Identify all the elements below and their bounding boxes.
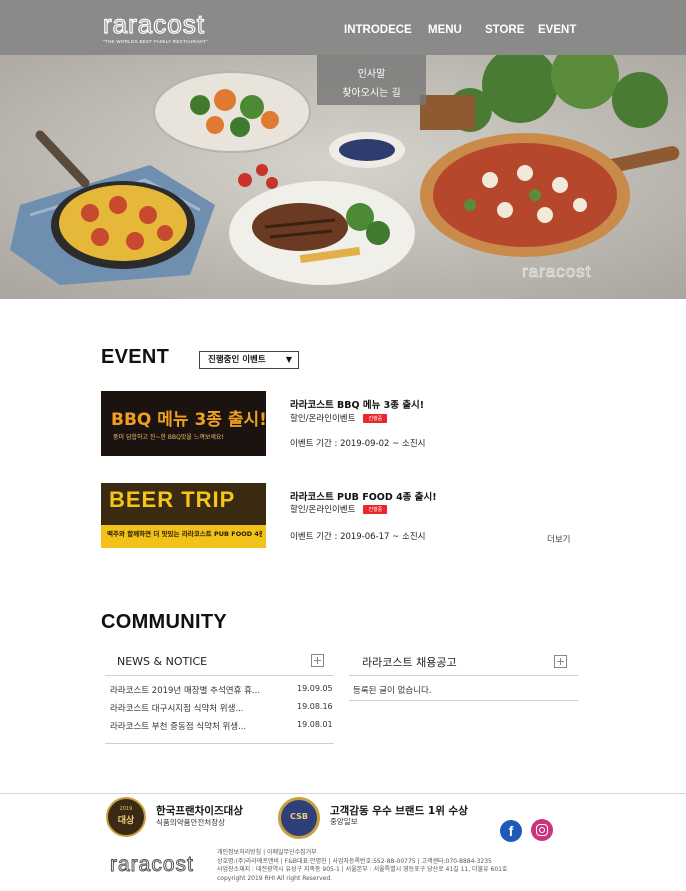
status-badge: 진행중 (363, 414, 388, 423)
news-board-heading[interactable]: NEWS & NOTICE (117, 655, 207, 668)
recruit-footer-divider (349, 700, 578, 701)
event-period: 이벤트 기간 : 2019-09-02 ~ 소진시 (290, 439, 426, 449)
thumbnail-headline: BBQ 메뉴 3종 출시! (111, 410, 266, 430)
event-category-label: 할인/온라인이벤트 (290, 505, 356, 515)
event-title[interactable]: 라라코스트 PUB FOOD 4종 출시! (290, 489, 437, 503)
award-subtitle: 식품의약품안전처장상 (156, 818, 225, 827)
nav-menu[interactable]: MENU (428, 24, 462, 36)
footer-address: 사업장소재지 : 대전광역시 유성구 지족동 905-1 | 서울본부 : 서울… (217, 866, 508, 873)
footer-logo: raracost (110, 853, 194, 877)
facebook-icon[interactable]: f (500, 820, 522, 842)
recruit-board-heading[interactable]: 라라코스트 채용공고 (362, 654, 457, 670)
nav-introduce[interactable]: INTRODECE (344, 24, 412, 36)
news-item-title[interactable]: 라라코스트 2019년 매장별 추석연휴 휴... (110, 684, 260, 696)
news-item-date: 19.09.05 (297, 684, 333, 693)
award-subtitle: 중앙일보 (330, 817, 358, 826)
award-title: 한국프랜차이즈대상 (156, 805, 243, 817)
event-thumbnail[interactable]: BBQ 메뉴 3종 출시! 풍미 담합하고 진~한 BBQ맛을 느껴보세요! (101, 391, 266, 456)
news-item-date: 19.08.01 (297, 720, 333, 729)
footer-divider (0, 793, 686, 794)
submenu-directions[interactable]: 찾아오시는 길 (317, 84, 426, 99)
event-title[interactable]: 라라코스트 BBQ 메뉴 3종 출시! (290, 397, 424, 411)
event-category-label: 할인/온라인이벤트 (290, 414, 356, 424)
news-more-plus-icon[interactable] (311, 654, 324, 667)
hero-watermark-logo: raracost (522, 262, 592, 282)
site-header: raracost "THE WORLDS BEST FAMILY RESTAUR… (0, 0, 686, 55)
award-medal-text: 대상 (117, 816, 135, 826)
nav-store[interactable]: STORE (485, 24, 524, 36)
csb-award-icon: CSB (278, 797, 320, 839)
event-category: 할인/온라인이벤트 진행중 (290, 412, 388, 424)
footer-copyright: copyright 2019 RHI All right Reserved. (217, 875, 333, 882)
footer-policy-links[interactable]: 개인정보처리방침 | 이메일무단수집거부 (217, 849, 317, 858)
news-item-title[interactable]: 라라코스트 대구시지점 식약처 위생... (110, 702, 244, 714)
event-more-link[interactable]: 더보기 (547, 533, 570, 545)
thumbnail-caption: 맥주와 함께하면 더 맛있는 라라코스트 PUB FOOD 4종 (107, 530, 262, 538)
event-thumbnail[interactable]: BEER TRIP 맥주와 함께하면 더 맛있는 라라코스트 PUB FOOD … (101, 483, 266, 548)
event-category: 할인/온라인이벤트 진행중 (290, 503, 388, 515)
thumbnail-caption: 풍미 담합하고 진~한 BBQ맛을 느껴보세요! (113, 434, 224, 441)
dropdown-arrow-icon: ▼ (285, 355, 292, 364)
award-medal-year: 2019 (119, 806, 133, 812)
submenu-greeting[interactable]: 인사말 (317, 65, 426, 80)
event-section-title: EVENT (101, 346, 170, 368)
csb-badge-text: CSB (290, 812, 308, 821)
award-medal-icon: 2019 대상 (106, 797, 146, 837)
news-item-date: 19.08.16 (297, 702, 333, 711)
status-badge: 진행중 (363, 505, 388, 514)
event-filter-value: 진행중인 이벤트 (208, 355, 266, 365)
community-section-title: COMMUNITY (101, 611, 228, 633)
event-period: 이벤트 기간 : 2019-06-17 ~ 소진시 (290, 532, 426, 542)
thumbnail-headline: BEER TRIP (109, 487, 236, 512)
main-nav: INTRODECE MENU STORE EVENT (0, 24, 686, 40)
news-header-divider (105, 675, 334, 676)
news-item-title[interactable]: 라라코스트 부천 중동점 식약처 위생... (110, 720, 246, 732)
event-filter-select[interactable]: 진행중인 이벤트 ▼ (199, 351, 299, 369)
recruit-empty-message: 등록된 글이 없습니다. (353, 686, 432, 696)
introduce-submenu: 인사말 찾아오시는 길 (317, 55, 426, 105)
nav-event[interactable]: EVENT (538, 24, 576, 36)
instagram-icon[interactable] (531, 819, 553, 841)
news-footer-divider (105, 743, 334, 744)
recruit-more-plus-icon[interactable] (554, 655, 567, 668)
recruit-header-divider (349, 675, 578, 676)
